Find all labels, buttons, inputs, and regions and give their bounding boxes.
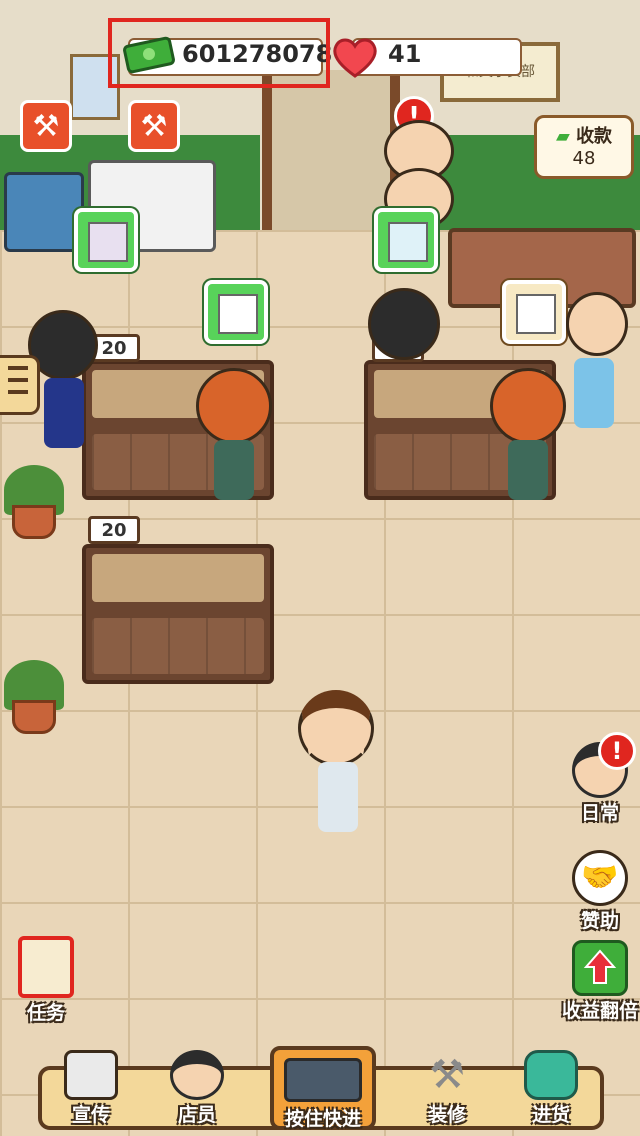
staff-body (214, 440, 254, 500)
hearts-amount: 41 (388, 40, 422, 68)
request-bubble-notebook[interactable] (204, 280, 268, 344)
collect-cash-bubble[interactable]: ▰ 收款 48 (534, 115, 634, 179)
daily-alert-icon: ! (598, 732, 636, 770)
nav-staff-label: 店员 (177, 1104, 216, 1126)
sponsor-label: 赞助 (580, 910, 619, 932)
heart-icon (330, 34, 380, 80)
request-bubble-bottle[interactable] (374, 208, 438, 272)
staff-clerk[interactable] (490, 368, 566, 444)
notebook-icon (218, 294, 258, 334)
request-bubble-notebook-2[interactable] (502, 280, 566, 344)
nav-fast-forward-label: 按住快进 (284, 1108, 361, 1130)
broken-machine[interactable] (4, 172, 84, 252)
player-body (318, 762, 358, 832)
nav-decorate[interactable]: ⚒ 装修 (402, 1050, 492, 1127)
flyer-icon (64, 1050, 118, 1100)
staff-body (508, 440, 548, 500)
handshake-icon: 🤝 (572, 850, 628, 906)
product-shelf[interactable] (82, 544, 274, 684)
wrench-hammer-icon: ⚒ (32, 109, 60, 144)
customer-body (574, 358, 614, 428)
double-income-label: 收益翻倍 (561, 1000, 638, 1022)
daily-label: 日常 (580, 802, 619, 824)
money-highlight-frame (108, 18, 330, 88)
player-character[interactable] (298, 690, 374, 766)
shelf-stock-count: 20 (88, 516, 140, 544)
wrench-hammer-icon: ⚒ (140, 109, 168, 144)
task-label: 任务 (26, 1002, 65, 1024)
repair-badge-right[interactable]: ⚒ (128, 100, 180, 152)
request-bubble-glue[interactable] (74, 208, 138, 272)
cash-icon: ▰ (555, 126, 570, 147)
staff-clerk[interactable] (196, 368, 272, 444)
repair-badge-left[interactable]: ⚒ (20, 100, 72, 152)
side-menu-button[interactable] (0, 355, 40, 415)
nav-promote-label: 宣传 (71, 1104, 110, 1126)
notebook-icon (516, 294, 556, 334)
nav-staff[interactable]: 店员 (152, 1050, 242, 1127)
double-income-icon (572, 940, 628, 996)
task-button[interactable]: 任务 (10, 936, 82, 1025)
stock-bag-icon (524, 1050, 578, 1100)
cassette-icon (284, 1058, 362, 1102)
collect-label-row: ▰ 收款 (537, 122, 631, 148)
plant-pot (12, 700, 56, 734)
plant-pot (12, 505, 56, 539)
nav-promote[interactable]: 宣传 (46, 1050, 136, 1127)
sponsor-button[interactable]: 🤝 赞助 (564, 850, 636, 933)
customer-body (44, 378, 84, 448)
glue-icon (88, 222, 128, 262)
nav-restock-label: 进货 (531, 1104, 570, 1126)
nav-decorate-label: 装修 (427, 1104, 466, 1126)
double-income-button[interactable]: 收益翻倍 (560, 940, 640, 1023)
customer[interactable] (368, 288, 440, 360)
clipboard-icon (18, 936, 74, 998)
nav-restock[interactable]: 进货 (506, 1050, 596, 1127)
collect-label: 收款 (576, 126, 613, 147)
staff-icon (170, 1050, 224, 1100)
tools-icon: ⚒ (429, 1052, 465, 1098)
bottle-icon (388, 222, 428, 262)
customer-basketball[interactable] (566, 292, 628, 356)
alert-mark: ! (611, 737, 623, 765)
collect-amount: 48 (572, 148, 596, 169)
